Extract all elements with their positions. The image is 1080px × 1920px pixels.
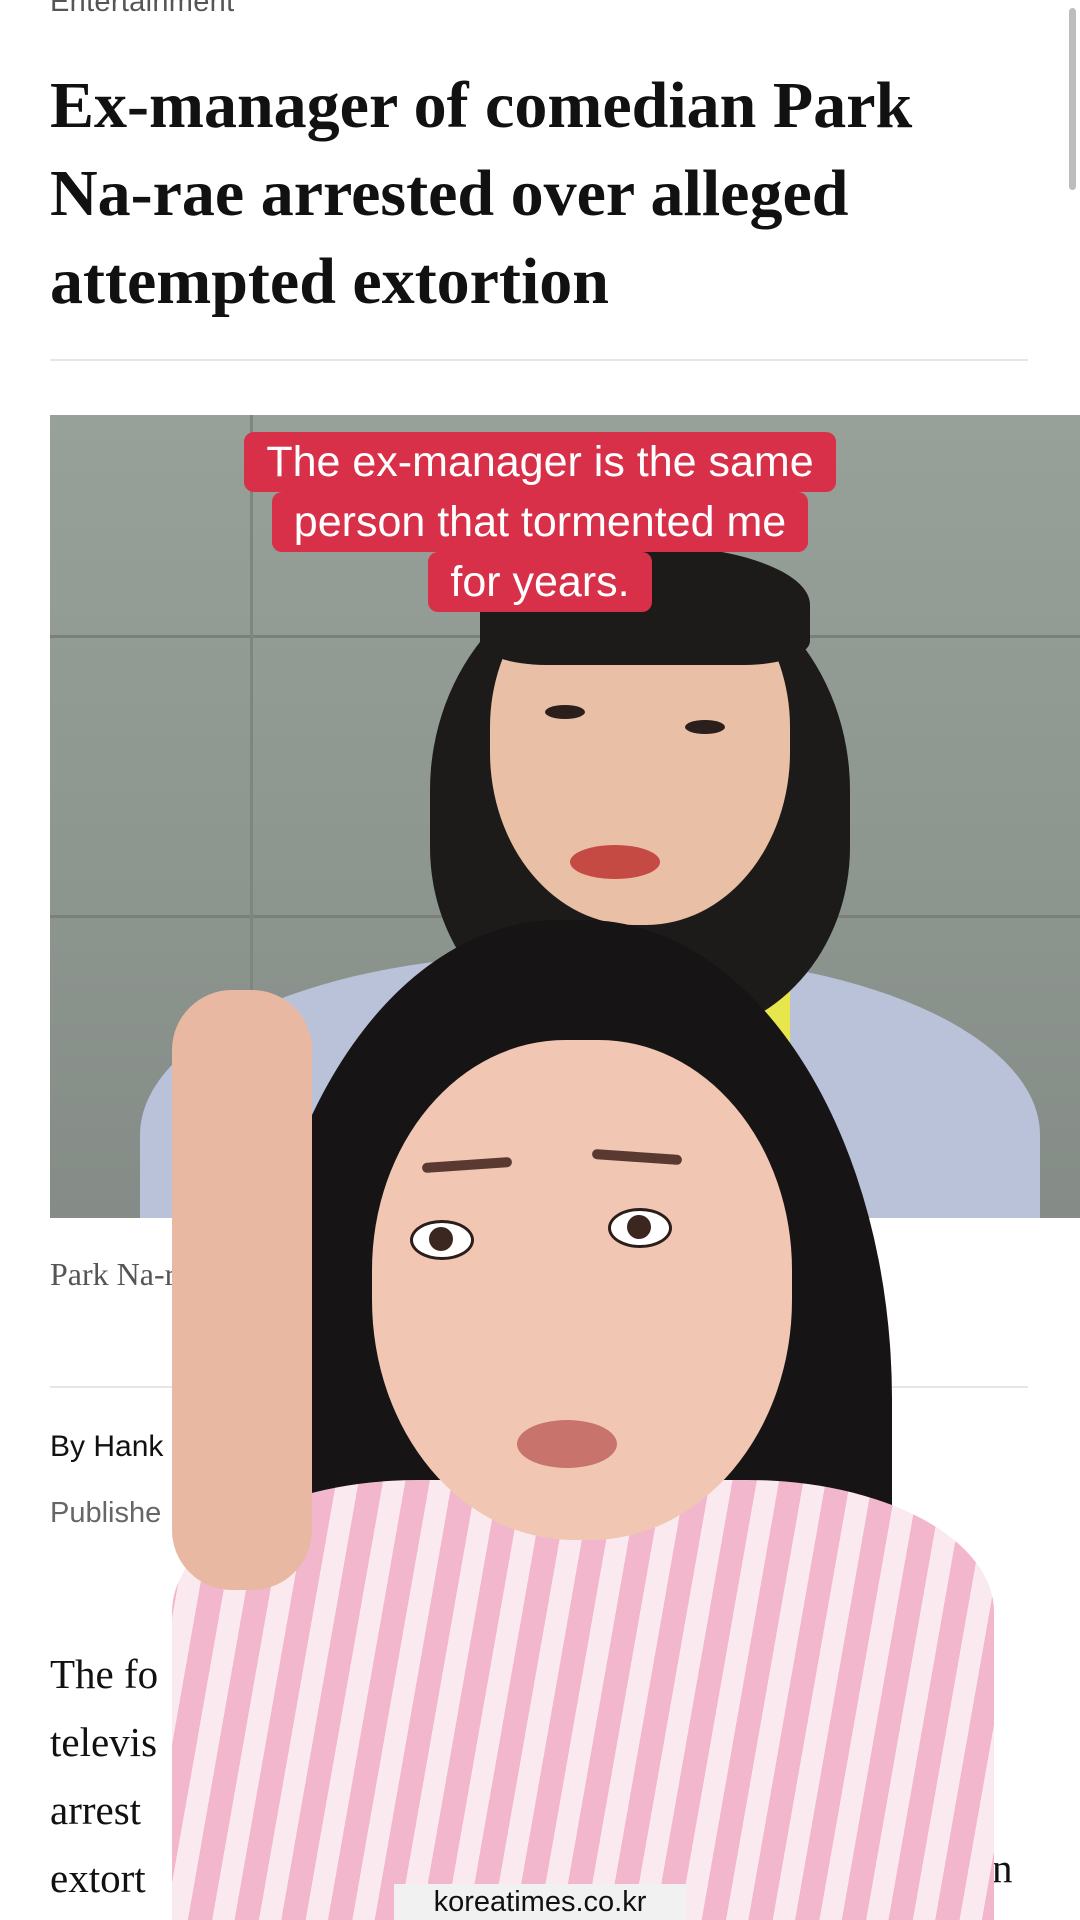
caption-line: The ex-manager is the same	[244, 432, 836, 492]
photo-subject-eye	[685, 720, 725, 734]
photo-subject-lips	[570, 845, 660, 879]
article-published: Publishe	[50, 1497, 162, 1529]
article-headline: Ex-manager of comedian Park Na-rae arres…	[50, 69, 913, 318]
caption-line: for years.	[428, 552, 652, 612]
body-line-tail: n	[992, 1845, 1013, 1891]
scrollbar[interactable]	[1069, 8, 1076, 190]
article-byline: By Hank	[50, 1430, 164, 1463]
creator-eye	[608, 1208, 672, 1248]
video-frame: Entertainment Ex-manager of comedian Par…	[0, 0, 1080, 1920]
creator-overlay	[172, 920, 994, 1920]
creator-mouth	[517, 1420, 617, 1468]
creator-arm	[172, 990, 312, 1590]
caption-line: person that tormented me	[271, 492, 809, 552]
creator-eye	[410, 1220, 474, 1260]
source-label: koreatimes.co.kr	[393, 1884, 687, 1920]
source-watermark: koreatimes.co.kr	[0, 1884, 1080, 1920]
divider	[50, 359, 1028, 361]
section-label: Entertainment	[50, 0, 235, 18]
photo-subject-eye	[545, 705, 585, 719]
caption-bubble: The ex-manager is the same person that t…	[0, 432, 1080, 612]
photo-caption: Park Na-ra	[50, 1256, 190, 1292]
